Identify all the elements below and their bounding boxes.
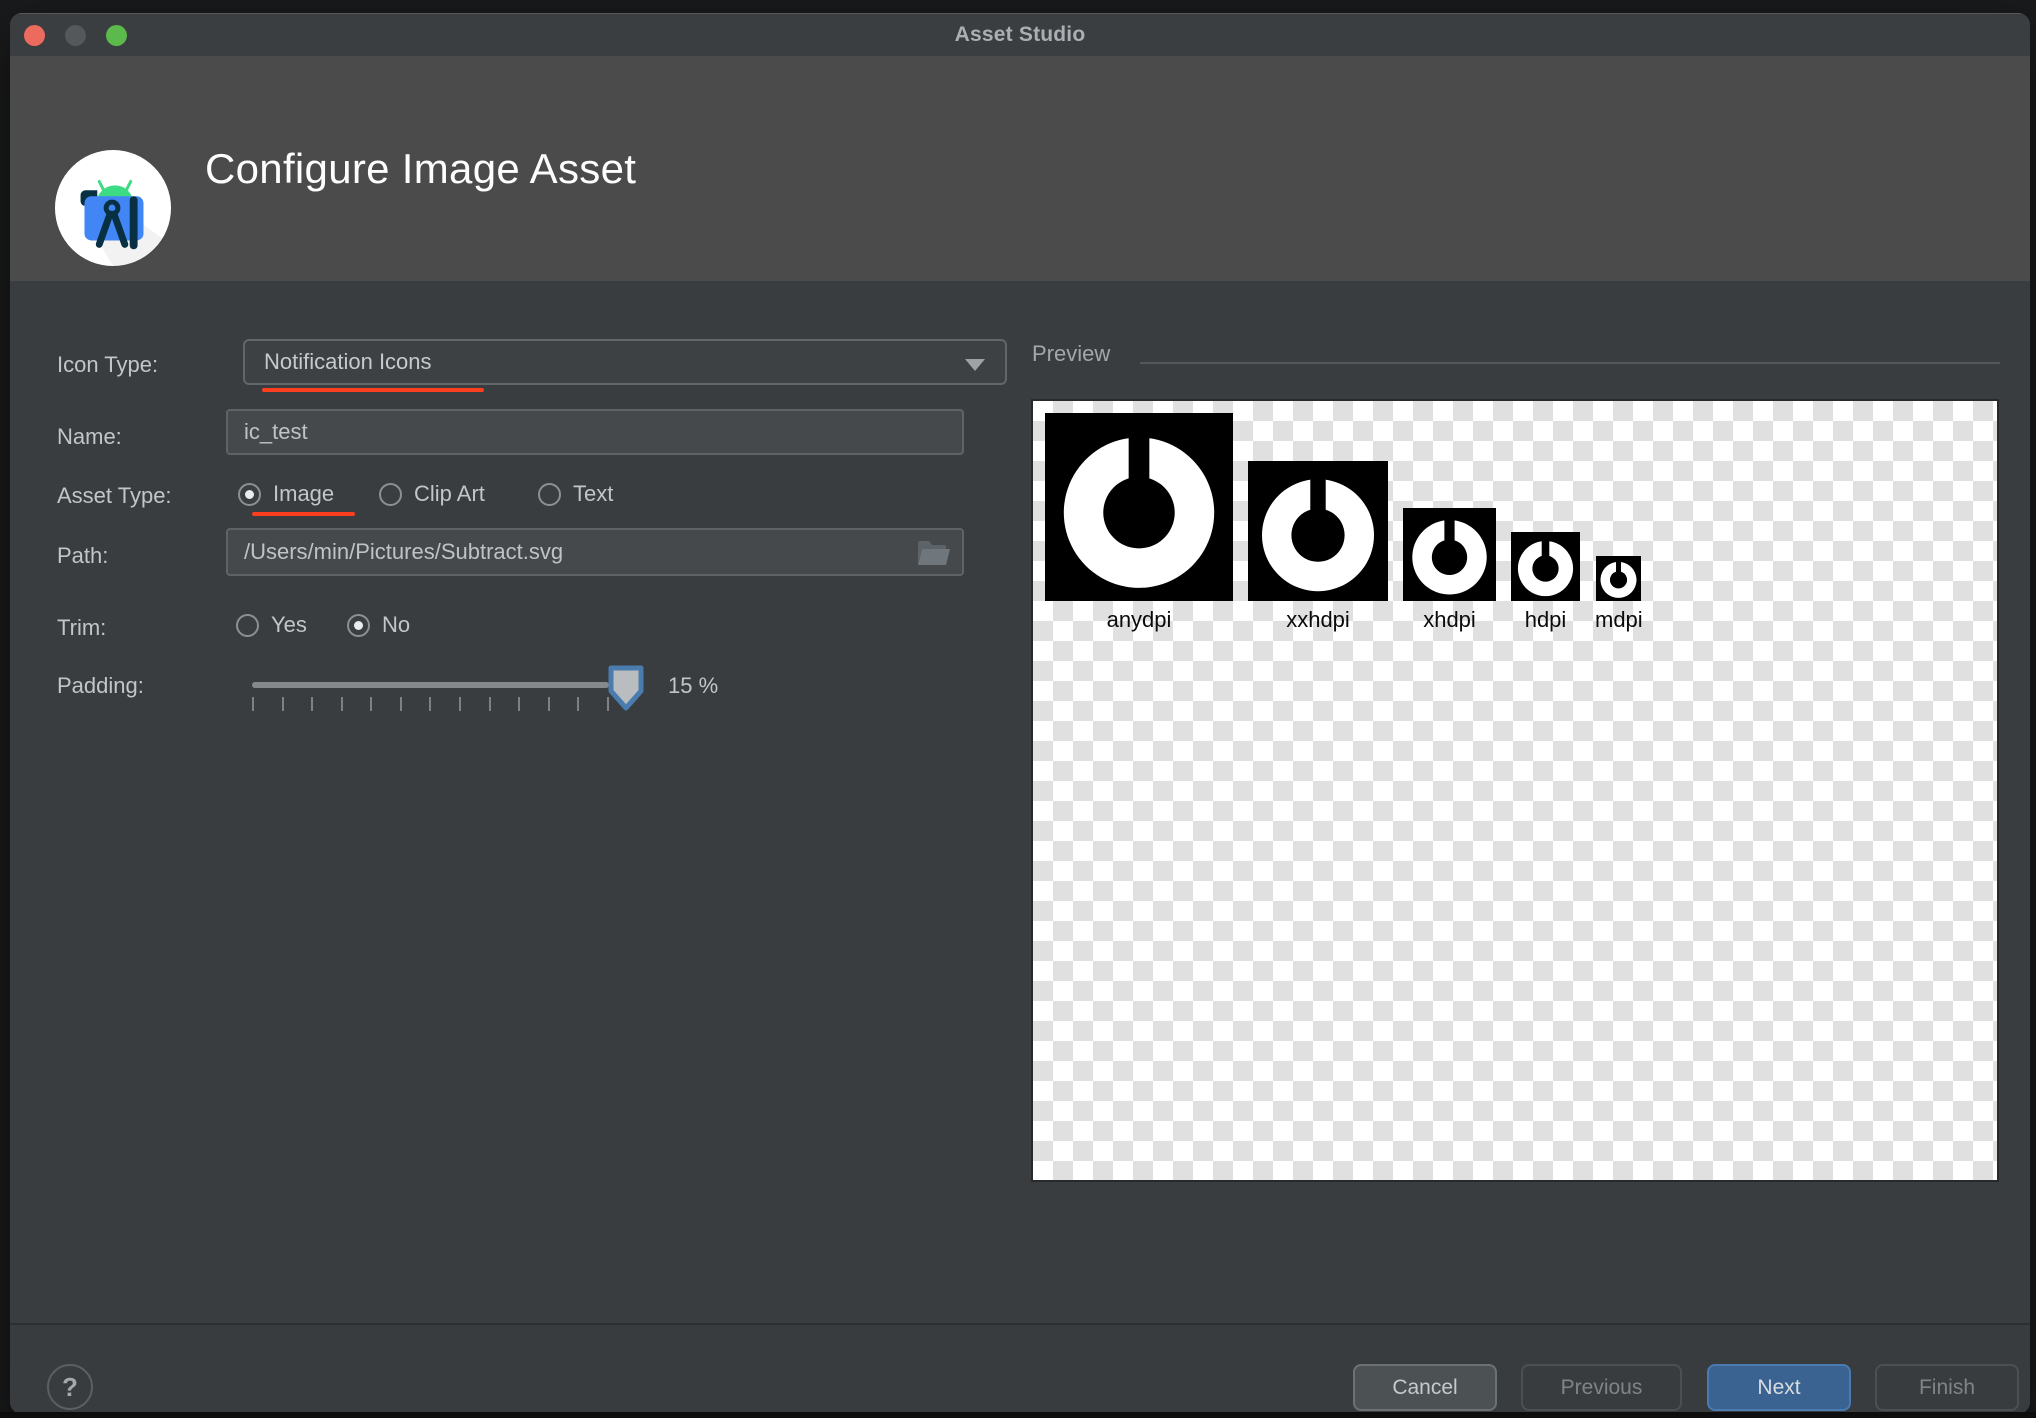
preview-item-xxhdpi: xxhdpi bbox=[1248, 461, 1388, 633]
dpi-label: mdpi bbox=[1595, 607, 1643, 633]
preview-label: Preview bbox=[1032, 341, 1110, 367]
wizard-header: Configure Image Asset bbox=[10, 56, 2030, 281]
preview-item-xhdpi: xhdpi bbox=[1403, 508, 1496, 633]
finish-button[interactable]: Finish bbox=[1875, 1364, 2019, 1411]
preview-item-hdpi: hdpi bbox=[1511, 532, 1580, 633]
icon-type-value: Notification Icons bbox=[264, 349, 432, 375]
icon-type-select[interactable]: Notification Icons bbox=[243, 339, 1007, 385]
asset-type-radio-image[interactable]: Image bbox=[238, 481, 334, 507]
dpi-label: xhdpi bbox=[1423, 607, 1476, 633]
asset-type-label: Asset Type: bbox=[57, 483, 172, 509]
notification-icon-preview bbox=[1045, 413, 1233, 601]
asset-studio-dialog: Asset Studio bbox=[10, 13, 2030, 1414]
notification-icon-preview bbox=[1403, 508, 1496, 601]
icon-type-underline bbox=[262, 388, 484, 392]
name-label: Name: bbox=[57, 424, 122, 450]
radio-dot-icon bbox=[236, 614, 259, 637]
dpi-label: xxhdpi bbox=[1286, 607, 1350, 633]
padding-slider[interactable] bbox=[252, 665, 609, 715]
radio-label: Yes bbox=[271, 612, 307, 638]
slider-thumb[interactable] bbox=[607, 665, 645, 711]
name-value: ic_test bbox=[244, 419, 308, 445]
preview-separator bbox=[1140, 362, 2000, 364]
trim-radio-yes[interactable]: Yes bbox=[236, 612, 307, 638]
page-title: Configure Image Asset bbox=[205, 56, 636, 281]
notification-icon-preview bbox=[1511, 532, 1580, 601]
preview-item-mdpi: mdpi bbox=[1595, 556, 1643, 633]
path-value: /Users/min/Pictures/Subtract.svg bbox=[244, 539, 563, 565]
minimize-window-button[interactable] bbox=[65, 25, 86, 46]
trim-label: Trim: bbox=[57, 615, 106, 641]
icon-type-label: Icon Type: bbox=[57, 352, 158, 378]
zoom-window-button[interactable] bbox=[106, 25, 127, 46]
slider-track[interactable] bbox=[252, 682, 609, 688]
radio-dot-icon bbox=[538, 483, 561, 506]
radio-label: Image bbox=[273, 481, 334, 507]
close-window-button[interactable] bbox=[24, 25, 45, 46]
preview-panel: anydpi xxhdpi bbox=[1031, 399, 1999, 1182]
android-studio-logo-icon bbox=[54, 149, 172, 267]
dpi-preview-row: anydpi xxhdpi bbox=[1045, 413, 1643, 633]
asset-type-radio-clipart[interactable]: Clip Art bbox=[379, 481, 485, 507]
trim-radio-no[interactable]: No bbox=[347, 612, 410, 638]
window-title: Asset Studio bbox=[955, 23, 1086, 47]
notification-icon-preview bbox=[1596, 556, 1641, 601]
radio-dot-icon bbox=[379, 483, 402, 506]
padding-label: Padding: bbox=[57, 673, 144, 699]
name-input[interactable]: ic_test bbox=[226, 409, 964, 455]
next-button[interactable]: Next bbox=[1707, 1364, 1851, 1411]
chevron-down-icon bbox=[965, 359, 985, 371]
radio-label: No bbox=[382, 612, 410, 638]
configure-form: Icon Type: Notification Icons Name: ic_t… bbox=[10, 281, 2030, 1323]
path-label: Path: bbox=[57, 543, 108, 569]
radio-label: Clip Art bbox=[414, 481, 485, 507]
preview-item-anydpi: anydpi bbox=[1045, 413, 1233, 633]
radio-dot-icon bbox=[238, 483, 261, 506]
asset-type-radio-text[interactable]: Text bbox=[538, 481, 613, 507]
screen: Asset Studio bbox=[0, 0, 2036, 1418]
path-input[interactable]: /Users/min/Pictures/Subtract.svg bbox=[226, 528, 964, 576]
dpi-label: anydpi bbox=[1107, 607, 1172, 633]
radio-dot-icon bbox=[347, 614, 370, 637]
notification-icon-preview bbox=[1248, 461, 1388, 601]
cancel-button[interactable]: Cancel bbox=[1353, 1364, 1497, 1411]
radio-label: Text bbox=[573, 481, 613, 507]
title-bar[interactable]: Asset Studio bbox=[10, 13, 2030, 56]
previous-button[interactable]: Previous bbox=[1521, 1364, 1682, 1411]
slider-ticks bbox=[252, 697, 609, 711]
dialog-footer: ? Cancel Previous Next Finish bbox=[10, 1323, 2030, 1414]
dpi-label: hdpi bbox=[1525, 607, 1567, 633]
asset-type-underline bbox=[252, 512, 355, 516]
padding-value: 15 % bbox=[668, 673, 718, 699]
help-button[interactable]: ? bbox=[47, 1364, 93, 1410]
traffic-lights bbox=[24, 14, 127, 57]
browse-folder-icon[interactable] bbox=[916, 539, 952, 567]
